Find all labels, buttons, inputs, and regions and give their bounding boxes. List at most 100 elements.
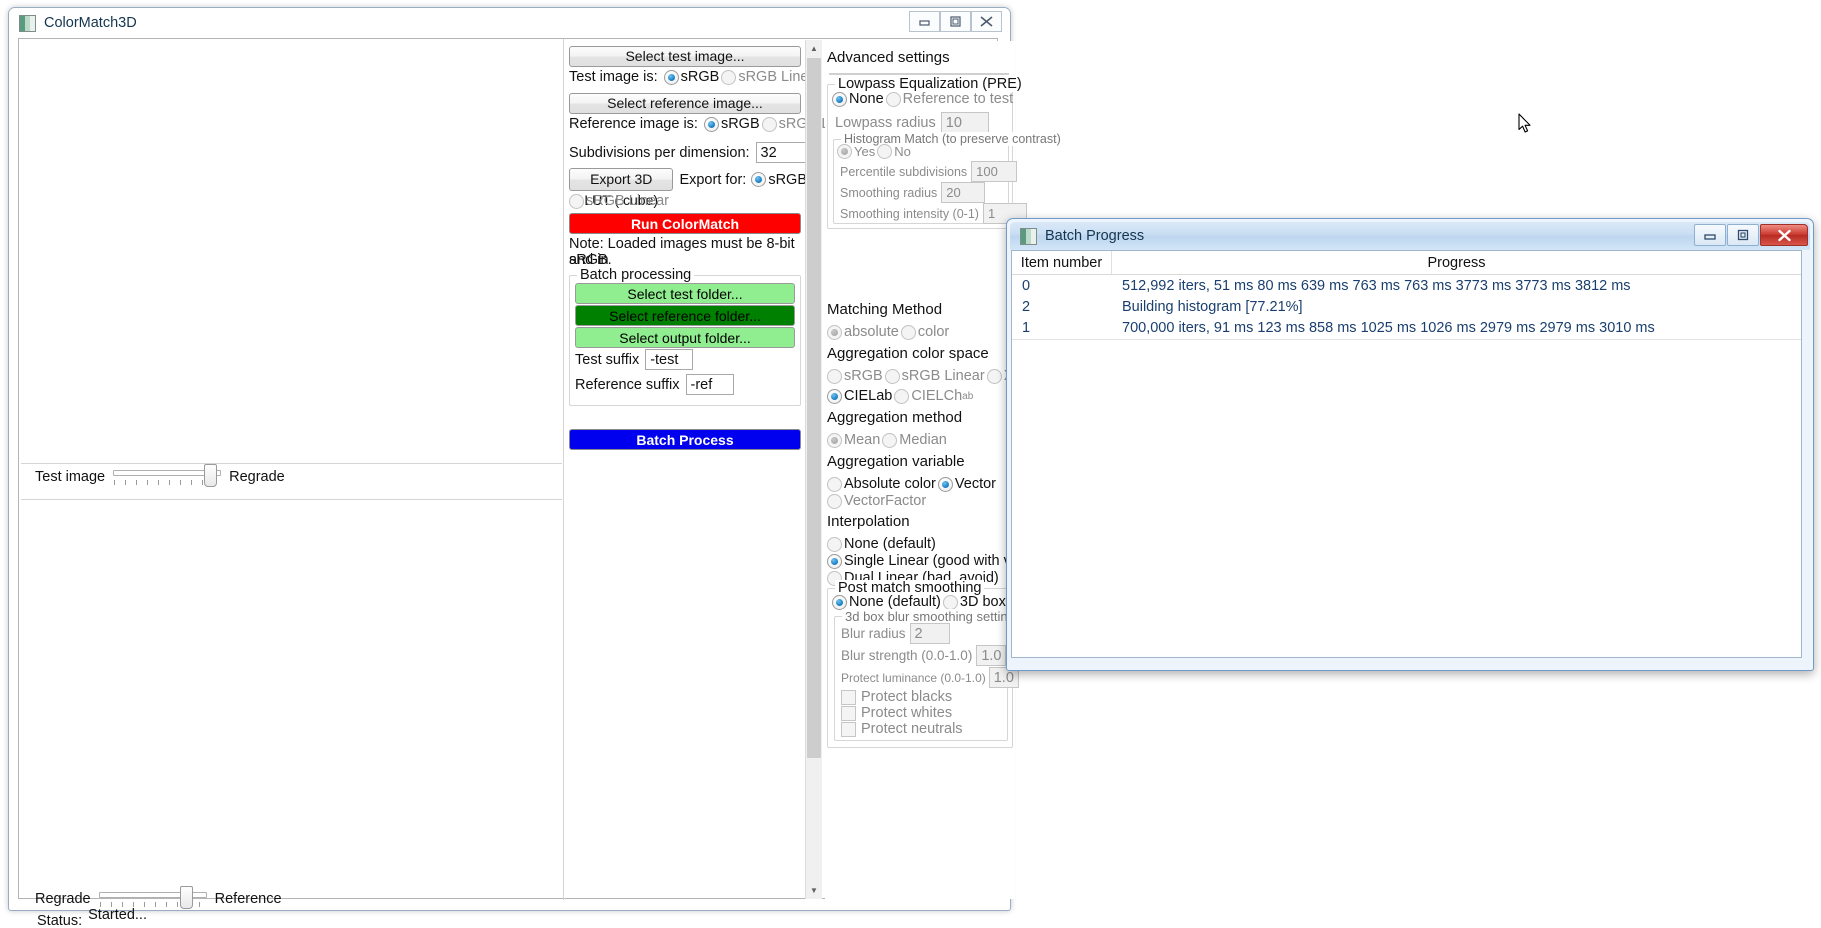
table-row[interactable]: 0 512,992 iters, 51 ms 80 ms 639 ms 763 … <box>1012 275 1801 296</box>
reference-slider-right-label: Reference <box>214 891 282 907</box>
reference-suffix-row: Reference suffix <box>575 374 734 395</box>
radio-ref-srgb[interactable] <box>703 116 719 132</box>
radio-test-srgb-linear[interactable] <box>721 69 737 85</box>
radio-matching-color[interactable] <box>900 324 916 340</box>
reference-image-preview <box>19 500 564 882</box>
checkbox-protect-whites[interactable] <box>841 705 856 721</box>
settings-panel: Select test image... Test image is: sRGB… <box>564 41 862 899</box>
radio-interp-single-linear[interactable] <box>827 553 842 569</box>
batch-processing-group-title: Batch processing <box>577 267 695 283</box>
test-regrade-slider[interactable] <box>111 463 223 491</box>
reference-suffix-input[interactable] <box>685 374 734 395</box>
column-header-progress[interactable]: Progress <box>1112 251 1801 274</box>
main-window-titlebar[interactable]: ColorMatch3D <box>9 8 1010 38</box>
batch-progress-list[interactable]: Item number Progress 0 512,992 iters, 51… <box>1011 250 1802 658</box>
screen-root: ColorMatch3D Test image Regrade Regrade … <box>0 0 1821 928</box>
smoothing-radius-input[interactable] <box>941 182 986 203</box>
test-regrade-slider-row: Test image Regrade <box>35 463 285 491</box>
radio-matching-color-label: color <box>917 324 950 340</box>
radio-agg-vector-label: Vector <box>954 476 996 492</box>
radio-ref-srgb-linear[interactable] <box>761 116 777 132</box>
lowpass-equalization-group: Lowpass Equalization (PRE) None Referenc… <box>827 76 1064 229</box>
batch-maximize-button[interactable] <box>1727 224 1759 246</box>
radio-agg-srgb[interactable] <box>827 368 842 384</box>
batch-close-button[interactable] <box>1760 224 1808 246</box>
radio-histogram-yes[interactable] <box>837 144 852 159</box>
test-suffix-input[interactable] <box>645 349 694 370</box>
scroll-up-arrow[interactable]: ▲ <box>806 40 822 57</box>
radio-lowpass-none[interactable] <box>832 91 847 107</box>
scroll-down-arrow[interactable]: ▼ <box>806 882 822 899</box>
maximize-button[interactable] <box>940 11 971 32</box>
select-reference-folder-button[interactable]: Select reference folder... <box>575 305 795 326</box>
batch-list-bottom-separator <box>1012 339 1801 340</box>
radio-agg-srgb-label: sRGB <box>844 368 883 384</box>
select-test-image-button[interactable]: Select test image... <box>569 46 801 67</box>
note-line-2: sRGB. <box>569 252 612 268</box>
export-3d-lut-button[interactable]: Export 3D LUT (.cube) <box>569 168 674 208</box>
test-slider-right-label: Regrade <box>229 469 285 485</box>
minimize-button[interactable] <box>909 11 940 32</box>
aggregation-colorspace-row-1: sRGB sRGB Linear XYZ <box>827 368 1034 384</box>
blur-radius-row: Blur radius <box>841 623 950 644</box>
run-colormatch-button[interactable]: Run ColorMatch <box>569 213 801 234</box>
row-item-number: 2 <box>1022 298 1031 315</box>
matching-method-row: absolute color <box>827 324 951 340</box>
percentile-subdivisions-input[interactable] <box>971 161 1018 182</box>
radio-agg-vectorfactor[interactable] <box>827 493 842 509</box>
radio-matching-absolute-label: absolute <box>844 324 899 340</box>
histogram-mode-row: Yes No <box>837 144 913 159</box>
select-reference-image-button[interactable]: Select reference image... <box>569 93 801 114</box>
row-progress: Building histogram [77.21%] <box>1122 298 1303 315</box>
radio-export-srgb-linear[interactable] <box>569 193 584 209</box>
checkbox-protect-blacks[interactable] <box>841 689 856 705</box>
lowpass-radius-label: Lowpass radius <box>835 114 936 131</box>
radio-lowpass-ref-to-test[interactable] <box>885 91 901 107</box>
table-row[interactable]: 1 700,000 iters, 91 ms 123 ms 858 ms 102… <box>1012 317 1801 338</box>
checkbox-protect-neutrals[interactable] <box>841 721 856 737</box>
radio-agg-srgb-linear[interactable] <box>884 368 900 384</box>
radio-postsmooth-none[interactable] <box>832 594 847 610</box>
lowpass-radius-input[interactable] <box>940 112 989 133</box>
radio-matching-absolute[interactable] <box>827 324 842 340</box>
radio-agg-mean[interactable] <box>827 432 842 448</box>
radio-agg-cielch[interactable] <box>894 388 910 404</box>
radio-test-srgb[interactable] <box>663 69 679 85</box>
radio-agg-median[interactable] <box>882 432 898 448</box>
test-slider-left-label: Test image <box>35 469 106 485</box>
close-button[interactable] <box>971 11 1002 32</box>
table-row[interactable]: 2 Building histogram [77.21%] <box>1012 296 1801 317</box>
radio-histogram-no-label: No <box>894 144 911 159</box>
protect-luminance-row: Protect luminance (0.0-1.0) <box>841 667 1019 688</box>
radio-agg-vector[interactable] <box>937 476 953 492</box>
radio-histogram-yes-label: Yes <box>854 144 876 159</box>
aggregation-method-row: Mean Median <box>827 432 949 448</box>
column-header-item-number[interactable]: Item number <box>1012 251 1112 274</box>
select-test-folder-button[interactable]: Select test folder... <box>575 283 795 304</box>
smoothing-radius-row: Smoothing radius <box>840 182 986 203</box>
blur-radius-input[interactable] <box>909 623 950 644</box>
radio-interp-none[interactable] <box>827 536 842 552</box>
select-output-folder-button[interactable]: Select output folder... <box>575 327 795 348</box>
test-image-preview <box>19 39 564 464</box>
radio-postsmooth-boxblur[interactable] <box>942 594 958 610</box>
batch-window-titlebar[interactable]: Batch Progress <box>1010 222 1810 250</box>
export-srgb-linear-row: sRGB Linear <box>569 193 671 209</box>
radio-histogram-no[interactable] <box>877 144 893 159</box>
reference-suffix-label: Reference suffix <box>575 376 680 393</box>
radio-agg-absolute-color[interactable] <box>827 476 842 492</box>
radio-agg-xyz[interactable] <box>986 368 1002 384</box>
test-suffix-row: Test suffix <box>575 349 694 370</box>
radio-agg-mean-label: Mean <box>844 432 881 448</box>
scrollbar-thumb[interactable] <box>807 58 821 758</box>
radio-postsmooth-none-label: None (default) <box>849 594 941 610</box>
radio-agg-cielab[interactable] <box>827 388 842 404</box>
settings-scrollbar[interactable]: ▲ ▼ <box>805 40 822 899</box>
radio-export-srgb[interactable] <box>751 172 767 187</box>
slider-thumb[interactable] <box>179 886 193 909</box>
batch-process-button[interactable]: Batch Process <box>569 429 801 450</box>
blur-strength-input[interactable] <box>976 645 1007 666</box>
slider-thumb[interactable] <box>204 464 218 487</box>
main-window-title: ColorMatch3D <box>44 15 137 31</box>
batch-minimize-button[interactable] <box>1694 224 1726 246</box>
